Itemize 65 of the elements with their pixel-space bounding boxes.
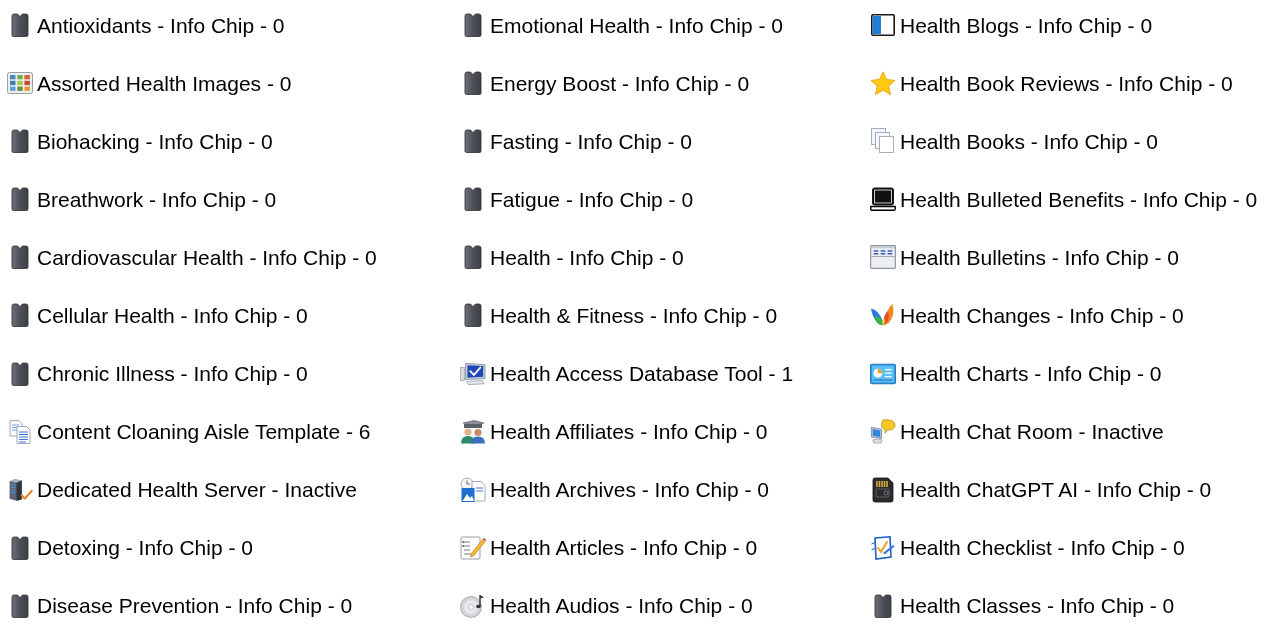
file-name[interactable]: Antioxidants - Info Chip - 0 <box>37 12 285 38</box>
file-name[interactable]: Health Checklist - Info Chip - 0 <box>900 535 1185 561</box>
chip-icon <box>464 71 482 96</box>
image-grid-icon <box>7 72 33 95</box>
picture-document-icon <box>460 476 486 503</box>
window-icon <box>871 14 895 36</box>
file-name[interactable]: Content Cloaning Aisle Template - 6 <box>37 419 371 445</box>
chart-icon <box>870 361 896 386</box>
chip-icon <box>11 303 29 328</box>
file-name[interactable]: Detoxing - Info Chip - 0 <box>37 535 253 561</box>
file-name[interactable]: Cellular Health - Info Chip - 0 <box>37 302 308 328</box>
chip-icon <box>11 245 29 270</box>
file-name[interactable]: Health Classes - Info Chip - 0 <box>900 593 1175 619</box>
chip-icon <box>874 593 892 618</box>
disc-icon <box>460 592 486 619</box>
file-name[interactable]: Biohacking - Info Chip - 0 <box>37 128 273 154</box>
file-name[interactable]: Health Charts - Info Chip - 0 <box>900 361 1162 387</box>
file-name[interactable]: Health ChatGPT AI - Info Chip - 0 <box>900 477 1212 503</box>
chip-icon <box>11 13 29 37</box>
table-window-icon <box>870 244 896 271</box>
chip-icon <box>464 245 482 270</box>
file-name[interactable]: Health Blogs - Info Chip - 0 <box>900 12 1153 38</box>
file-name[interactable]: Health Changes - Info Chip - 0 <box>900 302 1184 328</box>
file-name[interactable]: Health Book Reviews - Info Chip - 0 <box>900 70 1233 96</box>
checklist-icon <box>871 535 895 560</box>
file-name[interactable]: Health Archives - Info Chip - 0 <box>490 477 769 503</box>
people-icon <box>460 419 486 444</box>
chip-icon <box>11 535 29 560</box>
chat-computer-icon <box>870 418 896 446</box>
chip-icon <box>464 187 482 212</box>
file-name[interactable]: Energy Boost - Info Chip - 0 <box>490 70 750 96</box>
file-name[interactable]: Disease Prevention - Info Chip - 0 <box>37 593 353 619</box>
file-name[interactable]: Health Affiliates - Info Chip - 0 <box>490 419 768 445</box>
star-icon <box>870 70 896 96</box>
chip-icon <box>11 129 29 154</box>
chip-icon <box>464 129 482 154</box>
file-name[interactable]: Chronic Illness - Info Chip - 0 <box>37 361 308 387</box>
laptop-icon <box>870 187 896 212</box>
file-name[interactable]: Health Articles - Info Chip - 0 <box>490 535 758 561</box>
file-name[interactable]: Cardiovascular Health - Info Chip - 0 <box>37 244 377 270</box>
file-name[interactable]: Health Access Database Tool - 1 <box>490 361 794 387</box>
file-name[interactable]: Fatigue - Info Chip - 0 <box>490 186 694 212</box>
chip-icon <box>464 13 482 37</box>
file-name[interactable]: Fasting - Info Chip - 0 <box>490 128 692 154</box>
file-name[interactable]: Assorted Health Images - 0 <box>37 70 292 96</box>
computer-icon <box>460 361 486 386</box>
file-name[interactable]: Health - Info Chip - 0 <box>490 244 684 270</box>
file-name[interactable]: Health Bulletins - Info Chip - 0 <box>900 244 1179 270</box>
documents-icon <box>9 419 31 444</box>
chip-icon <box>11 593 29 618</box>
file-name[interactable]: Dedicated Health Server - Inactive <box>37 477 357 503</box>
chip-icon <box>11 187 29 212</box>
file-name[interactable]: Health & Fitness - Info Chip - 0 <box>490 302 778 328</box>
file-name[interactable]: Health Audios - Info Chip - 0 <box>490 593 753 619</box>
notepad-pencil-icon <box>460 535 486 561</box>
chip-icon <box>11 361 29 386</box>
file-name[interactable]: Health Chat Room - Inactive <box>900 419 1164 445</box>
server-icon <box>7 476 33 503</box>
file-name[interactable]: Health Bulleted Benefits - Info Chip - 0 <box>900 186 1258 212</box>
memory-card-icon <box>872 476 894 503</box>
file-name[interactable]: Breathwork - Info Chip - 0 <box>37 186 277 212</box>
chip-icon <box>464 303 482 328</box>
file-name[interactable]: Emotional Health - Info Chip - 0 <box>490 12 783 38</box>
pages-icon <box>871 128 895 155</box>
file-name[interactable]: Health Books - Info Chip - 0 <box>900 128 1158 154</box>
